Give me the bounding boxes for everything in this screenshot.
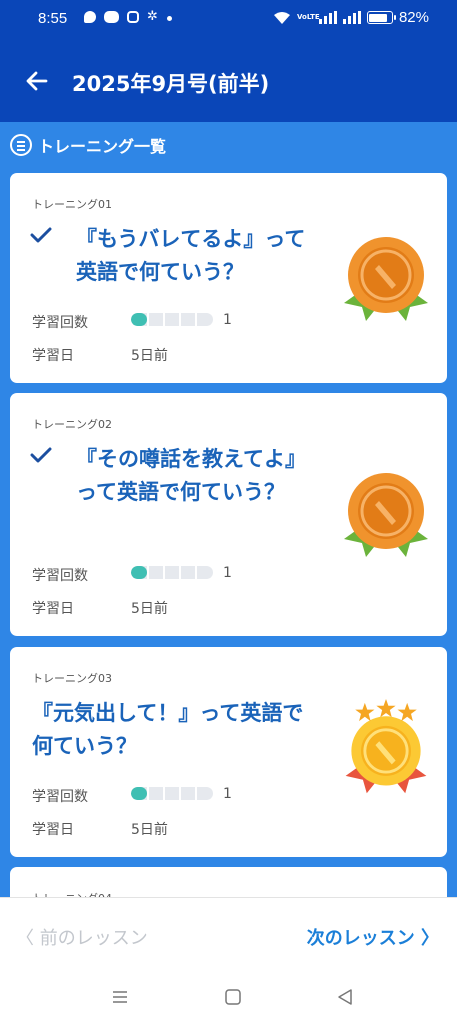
- progress-bar: [131, 313, 213, 326]
- app-header: 2025年9月号(前半): [0, 40, 457, 122]
- more-notifications-icon: [167, 16, 172, 21]
- study-date-label: 学習日: [32, 601, 74, 617]
- battery-percent: 82%: [398, 9, 429, 26]
- progress-bar: [131, 566, 213, 579]
- progress-fill: [131, 566, 148, 579]
- signal-icon-1: [318, 11, 337, 24]
- status-bar: 8:55 ✲ VoLTE 82%: [0, 0, 457, 40]
- status-time: 8:55: [38, 10, 68, 27]
- bronze-medal-icon: [344, 237, 428, 321]
- progress-fill: [131, 787, 148, 800]
- next-lesson-label: 次のレッスン: [306, 928, 415, 949]
- prev-lesson-label: 前のレッスン: [39, 928, 148, 949]
- lesson-navigation: 〈 前のレッスン 次のレッスン 〉: [0, 897, 457, 972]
- back-triangle-icon[interactable]: [336, 988, 354, 1006]
- study-count-label: 学習回数: [32, 315, 88, 331]
- back-arrow-icon[interactable]: [22, 66, 52, 96]
- study-date-value: 5日前: [131, 822, 168, 838]
- battery-fill: [369, 13, 387, 22]
- study-count-value: 1: [223, 312, 232, 328]
- check-icon: [30, 227, 52, 243]
- training-label: トレーニング03: [32, 672, 112, 685]
- study-date-value: 5日前: [131, 348, 168, 364]
- study-count-value: 1: [223, 786, 232, 802]
- study-date-value: 5日前: [131, 601, 168, 617]
- study-count-value: 1: [223, 565, 232, 581]
- system-status-icons: VoLTE 82%: [273, 9, 429, 26]
- progress-bar: [131, 787, 213, 800]
- wifi-icon: [273, 11, 290, 24]
- study-count-label: 学習回数: [32, 789, 88, 805]
- training-card-02[interactable]: トレーニング02 『その噂話を教えてよ』って英語で何ていう？ 学習回数 1 学習…: [10, 393, 447, 636]
- notification-icons: ✲: [84, 9, 172, 24]
- next-lesson-button[interactable]: 次のレッスン 〉: [307, 924, 439, 950]
- chevron-left-icon: 〈: [16, 928, 40, 949]
- recent-apps-icon[interactable]: [111, 988, 129, 1006]
- list-icon: [10, 134, 32, 156]
- page-title: 2025年9月号(前半): [72, 72, 270, 96]
- home-icon[interactable]: [224, 988, 242, 1006]
- system-navigation-bar: [0, 972, 457, 1024]
- section-title: トレーニング一覧: [38, 137, 167, 156]
- pinwheel-icon: ✲: [147, 9, 158, 24]
- battery-icon: [366, 11, 396, 24]
- training-card-01[interactable]: トレーニング01 『もうバレてるよ』って英語で何ていう？ 学習回数 1 学習日 …: [10, 173, 447, 383]
- training-title[interactable]: 『もうバレてるよ』って英語で何ていう？: [76, 223, 326, 289]
- bronze-medal-icon: [344, 473, 428, 557]
- progress-fill: [131, 313, 148, 326]
- section-heading: トレーニング一覧: [10, 133, 166, 157]
- check-icon: [30, 447, 52, 463]
- chat-icon: [84, 11, 96, 23]
- training-label: トレーニング02: [32, 418, 112, 431]
- volte-icon: VoLTE: [296, 13, 320, 21]
- instagram-icon: [127, 11, 139, 23]
- gold-medal-icon: [345, 699, 427, 794]
- training-title[interactable]: 『元気出して！』って英語で何ていう？: [32, 697, 322, 763]
- chevron-right-icon: 〉: [414, 928, 439, 949]
- study-count-label: 学習回数: [32, 568, 88, 584]
- training-card-03[interactable]: トレーニング03 『元気出して！』って英語で何ていう？ 学習回数 1 学習日 5…: [10, 647, 447, 857]
- training-label: トレーニング01: [32, 198, 112, 211]
- study-date-label: 学習日: [32, 348, 74, 364]
- signal-icon-2: [342, 11, 361, 24]
- line-icon: [104, 11, 119, 23]
- study-date-label: 学習日: [32, 822, 74, 838]
- prev-lesson-button[interactable]: 〈 前のレッスン: [16, 924, 148, 950]
- training-title[interactable]: 『その噂話を教えてよ』って英語で何ていう？: [76, 443, 326, 509]
